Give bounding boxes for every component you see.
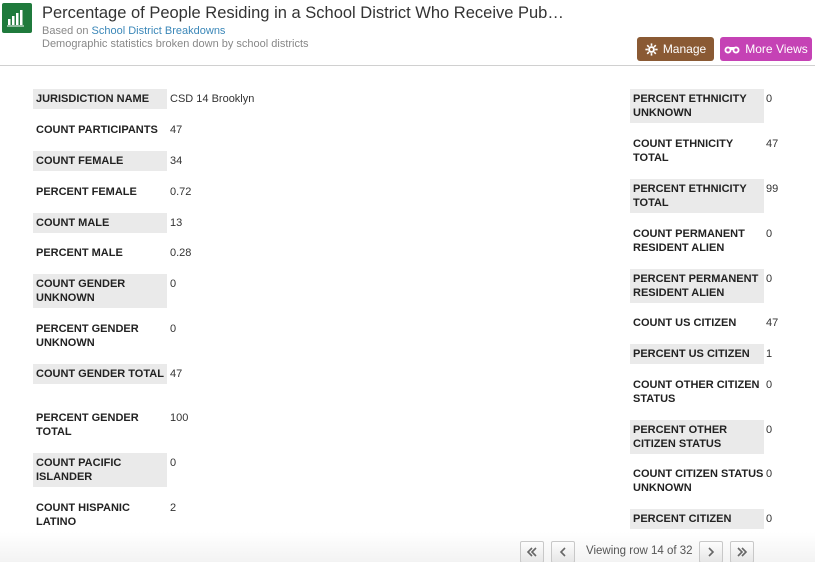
field-label: PERCENT GENDER UNKNOWN bbox=[36, 323, 139, 349]
source-dataset-link[interactable]: School District Breakdowns bbox=[92, 25, 226, 37]
previous-row-button[interactable] bbox=[551, 541, 575, 562]
field-value: 0 bbox=[170, 278, 177, 290]
field-value: 0 bbox=[170, 457, 177, 469]
field-value: 0 bbox=[766, 93, 773, 105]
field-label: COUNT PACIFIC ISLANDER bbox=[33, 453, 167, 487]
bar-chart-icon bbox=[2, 3, 32, 33]
field-label: PERCENT OTHER CITIZEN STATUS bbox=[630, 420, 764, 454]
more-views-label: More Views bbox=[745, 42, 808, 56]
field-value: 99 bbox=[766, 183, 779, 195]
dataset-description: Demographic statistics broken down by sc… bbox=[42, 38, 309, 50]
field-label: COUNT US CITIZEN bbox=[633, 317, 737, 329]
field-label: PERCENT ETHNICITY TOTAL bbox=[630, 179, 764, 213]
double-chevron-left-icon bbox=[526, 547, 538, 557]
field-value: 0 bbox=[766, 424, 773, 436]
field-value: 0 bbox=[766, 468, 773, 480]
field-value: 0 bbox=[766, 273, 773, 285]
field-label: PERCENT FEMALE bbox=[36, 186, 137, 198]
binoculars-icon bbox=[724, 43, 740, 55]
row-position-text: Viewing row 14 of 32 bbox=[586, 545, 693, 557]
field-value: 100 bbox=[170, 412, 189, 424]
field-value: 47 bbox=[766, 138, 779, 150]
page-title: Percentage of People Residing in a Schoo… bbox=[42, 4, 564, 22]
based-on-line: Based on School District Breakdowns bbox=[42, 25, 225, 37]
field-value: 47 bbox=[766, 317, 779, 329]
last-row-button[interactable] bbox=[730, 541, 754, 562]
double-chevron-right-icon bbox=[736, 547, 748, 557]
field-label: PERCENT ETHNICITY UNKNOWN bbox=[630, 89, 764, 123]
field-value: CSD 14 Brooklyn bbox=[170, 93, 255, 105]
field-label: COUNT ETHNICITY TOTAL bbox=[633, 138, 734, 164]
field-value: 0 bbox=[766, 379, 773, 391]
dataset-header: Percentage of People Residing in a Schoo… bbox=[0, 0, 815, 66]
field-label: COUNT GENDER TOTAL bbox=[33, 364, 167, 384]
field-label: COUNT HISPANIC LATINO bbox=[36, 502, 130, 528]
field-value: 47 bbox=[170, 124, 183, 136]
field-label: COUNT CITIZEN STATUS UNKNOWN bbox=[633, 468, 764, 494]
field-label: COUNT PARTICIPANTS bbox=[36, 124, 158, 136]
chevron-right-icon bbox=[706, 547, 716, 557]
field-value: 0 bbox=[766, 513, 773, 525]
field-value: 1 bbox=[766, 348, 773, 360]
field-label: COUNT GENDER UNKNOWN bbox=[33, 274, 167, 308]
field-label: COUNT PERMANENT RESIDENT ALIEN bbox=[633, 228, 745, 254]
field-value: 0 bbox=[170, 323, 177, 335]
field-label: PERCENT US CITIZEN bbox=[630, 344, 764, 364]
based-on-prefix: Based on bbox=[42, 25, 89, 37]
field-label: COUNT FEMALE bbox=[33, 151, 167, 171]
field-value: 0 bbox=[766, 228, 773, 240]
field-label: COUNT MALE bbox=[33, 213, 167, 233]
field-label: PERCENT MALE bbox=[36, 247, 123, 259]
field-label: JURISDICTION NAME bbox=[33, 89, 167, 109]
field-value: 0.28 bbox=[170, 247, 192, 259]
field-value: 0.72 bbox=[170, 186, 192, 198]
field-value: 2 bbox=[170, 502, 177, 514]
field-value: 47 bbox=[170, 368, 183, 380]
first-row-button[interactable] bbox=[520, 541, 544, 562]
field-label: PERCENT CITIZEN bbox=[630, 509, 764, 529]
pager-bar bbox=[0, 532, 815, 562]
gear-icon bbox=[645, 42, 658, 56]
field-value: 34 bbox=[170, 155, 183, 167]
chevron-left-icon bbox=[558, 547, 568, 557]
manage-label: Manage bbox=[662, 42, 707, 56]
manage-button[interactable]: Manage bbox=[637, 37, 714, 61]
field-label: PERCENT PERMANENT RESIDENT ALIEN bbox=[630, 269, 764, 303]
field-label: PERCENT GENDER TOTAL bbox=[36, 412, 139, 438]
more-views-button[interactable]: More Views bbox=[720, 37, 812, 61]
field-label: COUNT OTHER CITIZEN STATUS bbox=[633, 379, 760, 405]
next-row-button[interactable] bbox=[699, 541, 723, 562]
field-value: 13 bbox=[170, 217, 183, 229]
